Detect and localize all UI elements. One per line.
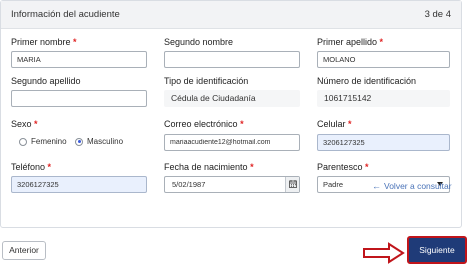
primer-nombre-input[interactable] bbox=[11, 51, 147, 68]
tipo-identificacion-value: Cédula de Ciudadanía bbox=[171, 93, 256, 103]
back-to-search-label: Volver a consultar bbox=[384, 181, 452, 191]
segundo-apellido-label: Segundo apellido bbox=[11, 76, 81, 86]
correo-label: Correo electrónico * bbox=[164, 119, 244, 129]
section-title: Información del acudiente bbox=[11, 9, 120, 20]
numero-identificacion-label: Número de identificación bbox=[317, 76, 417, 86]
radio-femenino[interactable] bbox=[19, 137, 27, 146]
celular-label: Celular * bbox=[317, 119, 352, 129]
step-indicator: 3 de 4 bbox=[424, 9, 451, 20]
segundo-nombre-label: Segundo nombre bbox=[164, 37, 234, 47]
numero-identificacion-field: 1061715142 bbox=[317, 90, 450, 107]
previous-button[interactable]: Anterior bbox=[2, 241, 46, 260]
back-to-search-link[interactable]: ← Volver a consultar bbox=[372, 181, 452, 191]
tipo-identificacion-field: Cédula de Ciudadanía bbox=[164, 90, 300, 107]
fecha-nacimiento-value: 5/02/1987 bbox=[172, 180, 206, 189]
guardian-info-card: Información del acudiente 3 de 4 Primer … bbox=[0, 0, 462, 228]
masculino-label: Masculino bbox=[87, 137, 124, 146]
segundo-apellido-input[interactable] bbox=[11, 90, 147, 107]
calendar-icon bbox=[289, 180, 297, 188]
calendar-button[interactable] bbox=[285, 177, 299, 192]
annotation-arrow-icon bbox=[363, 242, 405, 264]
correo-input[interactable] bbox=[164, 134, 300, 151]
primer-nombre-label: Primer nombre * bbox=[11, 37, 77, 47]
card-header: Información del acudiente 3 de 4 bbox=[1, 1, 461, 29]
next-button[interactable]: Siguiente bbox=[407, 236, 467, 264]
telefono-input[interactable] bbox=[11, 176, 147, 193]
primer-apellido-label: Primer apellido * bbox=[317, 37, 384, 47]
radio-masculino[interactable] bbox=[75, 137, 83, 146]
parentesco-value: Padre bbox=[323, 180, 344, 189]
arrow-left-icon: ← bbox=[372, 181, 381, 191]
parentesco-label: Parentesco * bbox=[317, 162, 369, 172]
tipo-identificacion-label: Tipo de identificación bbox=[164, 76, 249, 86]
sexo-femenino-option[interactable]: Femenino bbox=[19, 137, 67, 146]
sexo-masculino-option[interactable]: Masculino bbox=[75, 137, 123, 146]
fecha-nacimiento-input[interactable]: 5/02/1987 bbox=[164, 176, 300, 193]
sexo-label: Sexo * bbox=[11, 119, 38, 129]
fecha-nacimiento-label: Fecha de nacimiento * bbox=[164, 162, 254, 172]
segundo-nombre-input[interactable] bbox=[164, 51, 300, 68]
telefono-label: Teléfono * bbox=[11, 162, 52, 172]
numero-identificacion-value: 1061715142 bbox=[324, 93, 372, 103]
primer-apellido-input[interactable] bbox=[317, 51, 450, 68]
celular-input[interactable] bbox=[317, 134, 450, 151]
femenino-label: Femenino bbox=[31, 137, 67, 146]
